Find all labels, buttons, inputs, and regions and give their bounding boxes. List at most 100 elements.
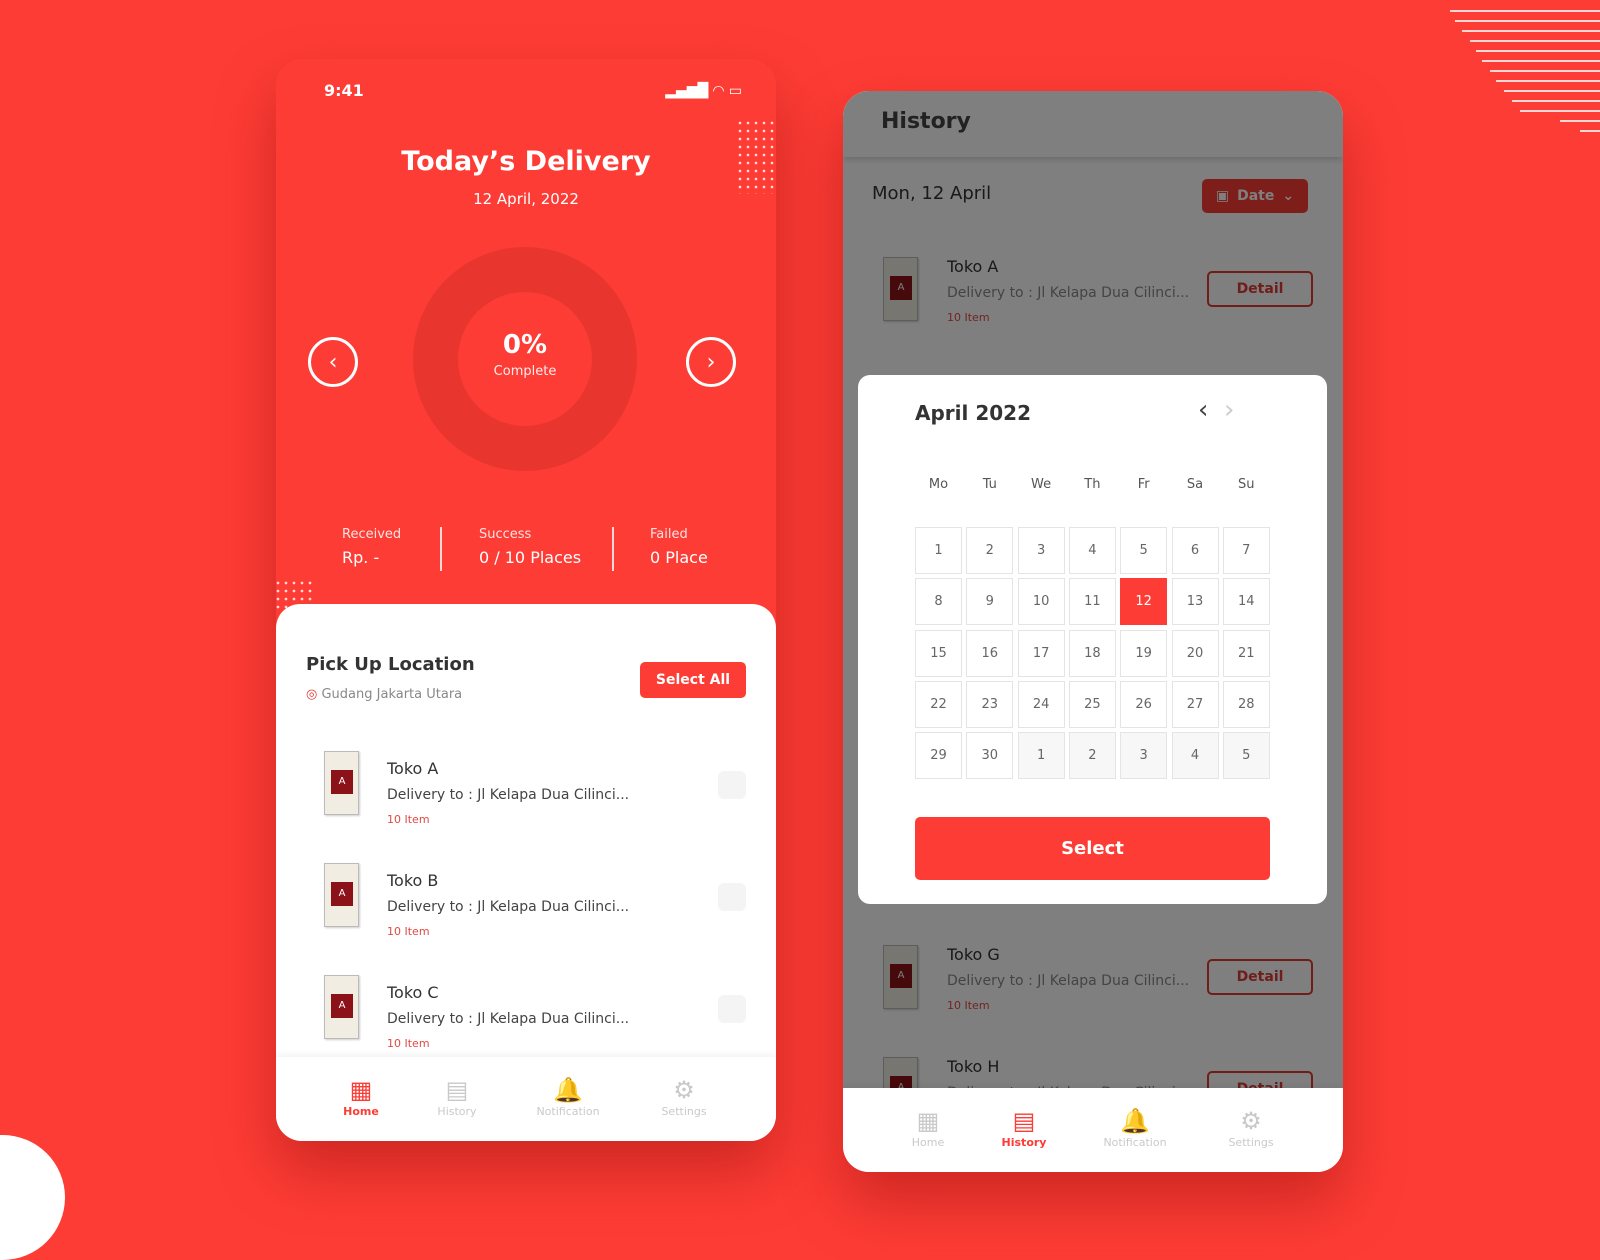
chevron-right-icon: ›: [1224, 395, 1235, 425]
nav-label: Notification: [536, 1105, 600, 1118]
calendar-day[interactable]: 2: [966, 527, 1014, 574]
nav-history[interactable]: ▤ History: [974, 1106, 1074, 1149]
status-time: 9:41: [324, 81, 364, 100]
previous-day-button[interactable]: ‹: [308, 337, 358, 387]
decorative-circle: [0, 1135, 65, 1260]
calendar-day[interactable]: 4: [1171, 732, 1219, 780]
stat-failed: Failed 0 Place: [650, 527, 708, 567]
weekday-label: Fr: [1137, 477, 1150, 492]
weekday-label: Su: [1238, 477, 1255, 492]
calendar-day[interactable]: 16: [966, 629, 1014, 677]
calendar-month: April 2022: [915, 401, 1031, 425]
calendar-day[interactable]: 21: [1222, 629, 1270, 677]
select-all-button[interactable]: Select All: [640, 662, 746, 698]
page-date: 12 April, 2022: [473, 190, 579, 208]
gear-icon: ⚙: [673, 1076, 695, 1104]
stat-value: 0 Place: [650, 548, 708, 567]
calendar-day[interactable]: 30: [966, 732, 1014, 780]
stat-received: Received Rp. -: [342, 527, 401, 567]
calendar-day[interactable]: 10: [1017, 578, 1065, 626]
calendar-icon: ▤: [1012, 1107, 1036, 1135]
calendar-day[interactable]: 12: [1120, 578, 1168, 626]
product-logo: A: [331, 770, 353, 794]
list-item: A Toko A Delivery to : Jl Kelapa Dua Cilin…: [276, 751, 776, 859]
nav-label: Notification: [1103, 1136, 1167, 1149]
product-logo: A: [331, 994, 353, 1018]
calendar-day[interactable]: 27: [1171, 680, 1219, 728]
date-picker-modal: April 2022 ‹ › Select Mo Tu We Th Fr Sa Su 1 2 3 4…: [858, 375, 1327, 904]
calendar-day[interactable]: 19: [1120, 629, 1168, 677]
calendar-day[interactable]: 1: [1017, 732, 1065, 780]
bottom-nav: ▦ Home ▤ History 🔔 Notification ⚙ Settings: [843, 1088, 1343, 1172]
decorative-lines: [1450, 10, 1600, 140]
chevron-left-icon: ‹: [1198, 395, 1209, 425]
calendar-day[interactable]: 11: [1068, 578, 1116, 626]
calendar-day[interactable]: 17: [1017, 629, 1065, 677]
product-logo: A: [331, 882, 353, 906]
calendar-day[interactable]: 1: [915, 527, 962, 574]
calendar-day[interactable]: 26: [1120, 680, 1168, 728]
item-checkbox[interactable]: [718, 995, 746, 1023]
calendar-day[interactable]: 13: [1171, 578, 1219, 626]
divider: [440, 527, 442, 571]
calendar-day[interactable]: 3: [1017, 527, 1065, 574]
nav-label: Home: [343, 1105, 379, 1118]
stat-success: Success 0 / 10 Places: [479, 527, 581, 567]
stat-label: Received: [342, 527, 402, 542]
nav-home[interactable]: ▦ Home: [311, 1075, 411, 1118]
next-day-button[interactable]: ›: [686, 337, 736, 387]
calendar-day[interactable]: 25: [1068, 680, 1116, 728]
calendar-day[interactable]: 7: [1222, 527, 1270, 574]
calendar-day[interactable]: 5: [1120, 527, 1168, 574]
bottom-nav: ▦ Home ▤ History 🔔 Notification ⚙ Settings: [276, 1057, 776, 1141]
nav-settings[interactable]: ⚙ Settings: [1201, 1106, 1301, 1149]
calendar-day[interactable]: 5: [1222, 732, 1270, 780]
nav-home[interactable]: ▦ Home: [878, 1106, 978, 1149]
item-name: Toko A: [387, 759, 439, 778]
calendar-day[interactable]: 28: [1222, 680, 1270, 728]
progress-percent: 0%: [502, 330, 548, 360]
stat-label: Failed: [650, 527, 688, 542]
nav-label: Settings: [1228, 1136, 1274, 1149]
product-image: A: [324, 863, 359, 927]
calendar-day[interactable]: 6: [1171, 527, 1219, 574]
chevron-right-icon: ›: [706, 349, 716, 375]
status-icons: ▂▄▆█ ◠ ▭: [665, 82, 742, 99]
chevron-left-icon: ‹: [328, 349, 338, 375]
calendar-day[interactable]: 3: [1120, 732, 1168, 780]
calendar-day[interactable]: 8: [915, 578, 962, 626]
bell-icon: 🔔: [1120, 1107, 1150, 1135]
calendar-day[interactable]: 4: [1068, 527, 1116, 574]
calendar-day[interactable]: 22: [915, 680, 962, 728]
item-checkbox[interactable]: [718, 771, 746, 799]
nav-notification[interactable]: 🔔 Notification: [1085, 1106, 1185, 1149]
calendar-day[interactable]: 2: [1068, 732, 1116, 780]
calendar-day[interactable]: 9: [966, 578, 1014, 626]
product-image: A: [324, 975, 359, 1039]
nav-notification[interactable]: 🔔 Notification: [518, 1075, 618, 1118]
calendar-day[interactable]: 15: [915, 629, 962, 677]
prev-month-button[interactable]: ‹: [1198, 395, 1208, 425]
calendar-day[interactable]: 18: [1068, 629, 1116, 677]
calendar-day[interactable]: 14: [1222, 578, 1270, 626]
calendar-day[interactable]: 29: [915, 732, 962, 780]
item-address: Delivery to : Jl Kelapa Dua Cilinci...: [387, 1011, 630, 1027]
next-month-button[interactable]: ›: [1224, 395, 1234, 425]
item-name: Toko B: [387, 871, 439, 890]
nav-label: Home: [911, 1136, 945, 1149]
stat-label: Success: [479, 527, 532, 542]
calendar-day[interactable]: 24: [1017, 680, 1065, 728]
select-date-button[interactable]: Select: [915, 817, 1270, 880]
nav-history[interactable]: ▤ History: [407, 1075, 507, 1118]
item-checkbox[interactable]: [718, 883, 746, 911]
stat-value: Rp. -: [342, 548, 380, 567]
nav-settings[interactable]: ⚙ Settings: [634, 1075, 734, 1118]
calendar-icon: ▤: [445, 1076, 469, 1104]
pickup-location: ◎ Gudang Jakarta Utara: [306, 687, 462, 702]
calendar-day[interactable]: 23: [966, 680, 1014, 728]
weekday-label: Tu: [982, 477, 997, 492]
nav-label: History: [437, 1105, 477, 1118]
item-name: Toko C: [387, 983, 439, 1002]
weekday-label: Sa: [1186, 477, 1204, 492]
calendar-day[interactable]: 20: [1171, 629, 1219, 677]
